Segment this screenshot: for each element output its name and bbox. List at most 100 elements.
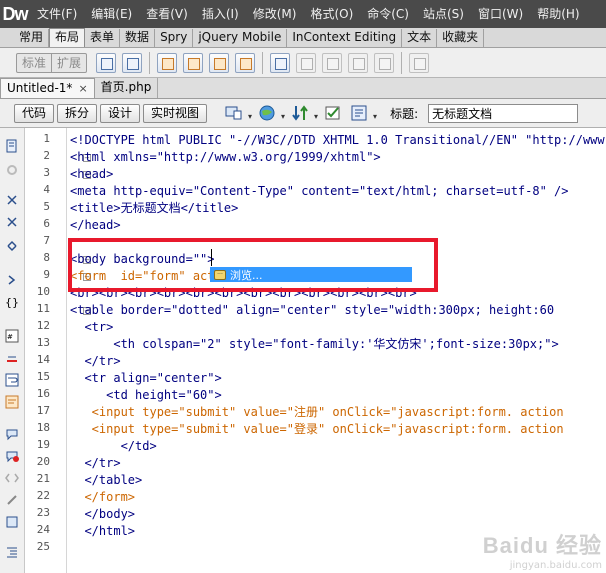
line-number: 25: [36, 540, 50, 553]
doc-tab-untitled-1[interactable]: Untitled-1* ×: [0, 78, 95, 98]
tab-forms[interactable]: 表单: [85, 29, 121, 47]
code-view-button[interactable]: 代码: [14, 103, 55, 123]
insert-panel-tabs: 常用 布局 表单 数据 Spry jQuery Mobile InContext…: [0, 28, 606, 48]
line-number: 14: [36, 353, 50, 366]
menu-insert[interactable]: 插入(I): [195, 0, 246, 28]
code-line: <input type="submit" value="注册" onClick=…: [70, 405, 564, 419]
code-line: <title>无标题文档</title>: [70, 201, 239, 215]
select-parent-tag-icon[interactable]: [4, 272, 20, 288]
live-view-button[interactable]: 实时视图: [143, 103, 208, 123]
menu-modify[interactable]: 修改(M): [246, 0, 304, 28]
line-number: 5: [43, 200, 50, 213]
code-line: <body background="">: [70, 252, 215, 266]
line-number-gutter: 1 2 3 4 5 6 7 8 9 10 11 12 13 14 15 16 1…: [25, 128, 91, 573]
check-browser-compatibility-icon[interactable]: [349, 103, 377, 123]
insert-ap-div-icon[interactable]: [122, 52, 143, 73]
menu-edit[interactable]: 编辑(E): [84, 0, 139, 28]
line-number: 18: [36, 421, 50, 434]
tab-spry[interactable]: Spry: [155, 29, 194, 47]
document-title-input[interactable]: [428, 103, 579, 123]
menu-window[interactable]: 窗口(W): [471, 0, 530, 28]
spry-tabbed-panels-icon[interactable]: [183, 52, 204, 73]
menu-bar: Dw 文件(F) 编辑(E) 查看(V) 插入(I) 修改(M) 格式(O) 命…: [0, 0, 606, 28]
remove-comment-icon[interactable]: [4, 448, 20, 464]
code-hint-browse-item[interactable]: 浏览...: [230, 267, 263, 283]
menu-view[interactable]: 查看(V): [139, 0, 195, 28]
code-line: <br><br><br><br><br><br><br><br><br><br>…: [70, 286, 417, 300]
tab-layout[interactable]: 布局: [49, 28, 86, 47]
multiscreen-icon[interactable]: [224, 103, 252, 123]
split-view-button[interactable]: 拆分: [57, 103, 98, 123]
code-line: <tr align="center">: [70, 371, 222, 385]
code-line: </html>: [70, 524, 136, 538]
design-view-button[interactable]: 设计: [100, 103, 141, 123]
tab-favorites[interactable]: 收藏夹: [437, 29, 485, 47]
code-line: <td height="60">: [70, 388, 222, 402]
code-line: <tr>: [70, 320, 114, 334]
line-number: 8: [43, 251, 50, 264]
file-management-icon[interactable]: [290, 103, 318, 123]
line-number: 9: [43, 268, 50, 281]
code-hint-popup[interactable]: ··· 浏览...: [210, 267, 412, 282]
collapse-selection-icon[interactable]: [4, 214, 20, 230]
collapse-full-tag-icon[interactable]: [4, 192, 20, 208]
insert-row-below-icon[interactable]: [322, 52, 343, 73]
line-number: 12: [36, 319, 50, 332]
menu-commands[interactable]: 命令(C): [360, 0, 416, 28]
recent-snippets-icon[interactable]: [4, 492, 20, 508]
apply-comment-icon[interactable]: [4, 426, 20, 442]
code-line: <th colspan="2" style="font-family:'华文仿宋…: [70, 337, 559, 351]
coding-toolbar: {} #: [0, 128, 25, 573]
line-number: 15: [36, 370, 50, 383]
syntax-coloring-icon[interactable]: [4, 394, 20, 410]
menu-format[interactable]: 格式(O): [303, 0, 360, 28]
preview-in-browser-icon[interactable]: [257, 103, 285, 123]
code-line: </body>: [70, 507, 136, 521]
indent-code-icon[interactable]: [4, 544, 20, 560]
tab-data[interactable]: 数据: [120, 29, 156, 47]
balance-braces-icon[interactable]: {}: [4, 294, 20, 310]
spry-accordion-icon[interactable]: [209, 52, 230, 73]
menu-help[interactable]: 帮助(H): [530, 0, 586, 28]
doc-tab-index-php[interactable]: 首页.php: [95, 78, 159, 98]
menu-site[interactable]: 站点(S): [416, 0, 471, 28]
close-icon[interactable]: ×: [78, 79, 87, 98]
doc-tab-label: 首页.php: [100, 80, 152, 94]
wrap-tag-icon[interactable]: [4, 470, 20, 486]
document-toolbar: 代码 拆分 设计 实时视图 标题:: [0, 99, 606, 128]
line-number: 13: [36, 336, 50, 349]
menu-file[interactable]: 文件(F): [30, 0, 84, 28]
spry-menu-bar-icon[interactable]: [157, 52, 178, 73]
show-code-navigator-icon[interactable]: [4, 162, 20, 178]
tab-text[interactable]: 文本: [402, 29, 438, 47]
insert-div-icon[interactable]: [96, 52, 117, 73]
table-icon[interactable]: [270, 52, 291, 73]
tab-common[interactable]: 常用: [14, 29, 50, 47]
spry-collapsible-panel-icon[interactable]: [235, 52, 256, 73]
iframe-icon[interactable]: [409, 52, 430, 73]
line-numbers-icon[interactable]: #: [4, 328, 20, 344]
toolbar-divider: [401, 51, 403, 74]
highlight-invalid-code-icon[interactable]: [4, 350, 20, 366]
tab-incontext-editing[interactable]: InContext Editing: [287, 29, 403, 47]
word-wrap-icon[interactable]: [4, 372, 20, 388]
code-line: </td>: [70, 439, 157, 453]
code-line: <head>: [70, 167, 114, 181]
expanded-mode-button[interactable]: 扩展: [51, 53, 86, 72]
line-number: 11: [36, 302, 50, 315]
layout-toolbar: 标准 扩展: [0, 48, 606, 78]
expand-all-icon[interactable]: [4, 238, 20, 254]
tab-jquery-mobile[interactable]: jQuery Mobile: [193, 29, 288, 47]
move-css-icon[interactable]: [4, 514, 20, 530]
insert-row-above-icon[interactable]: [296, 52, 317, 73]
toolbar-divider: [262, 51, 264, 74]
code-line: <table border="dotted" align="center" st…: [70, 303, 555, 317]
code-line: <html xmlns="http://www.w3.org/1999/xhtm…: [70, 150, 381, 164]
document-tabs: Untitled-1* × 首页.php: [0, 78, 606, 99]
insert-column-right-icon[interactable]: [374, 52, 395, 73]
open-documents-icon[interactable]: [4, 138, 20, 154]
insert-column-left-icon[interactable]: [348, 52, 369, 73]
w3c-validation-icon[interactable]: [323, 103, 343, 123]
code-text-area[interactable]: <!DOCTYPE html PUBLIC "-//W3C//DTD XHTML…: [70, 128, 606, 573]
standard-mode-button[interactable]: 标准: [17, 54, 51, 72]
